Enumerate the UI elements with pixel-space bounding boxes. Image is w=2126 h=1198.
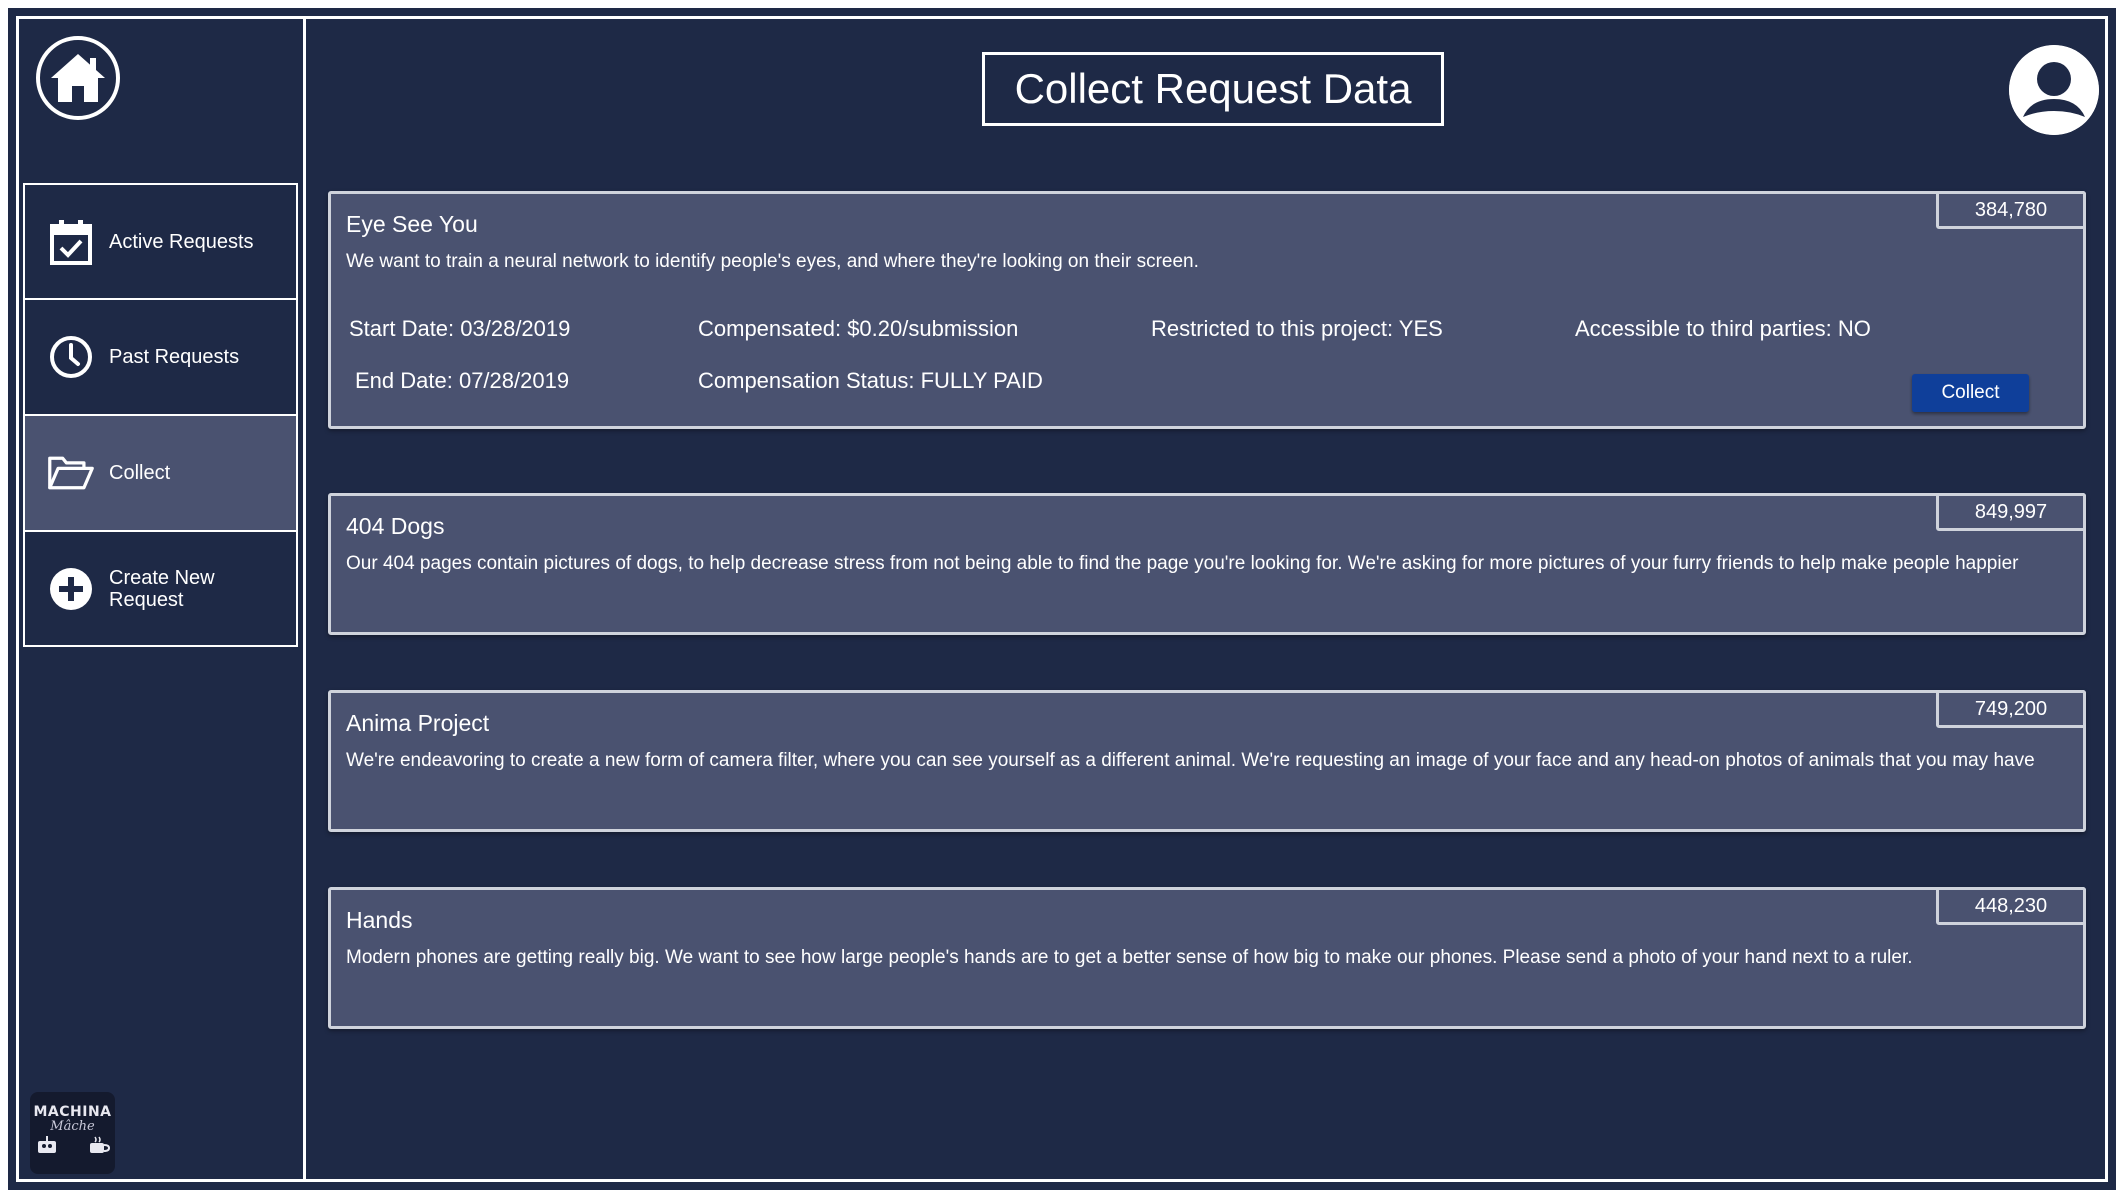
request-count-badge: 849,997 [1936, 493, 2086, 531]
request-title: 404 Dogs [346, 513, 445, 539]
user-avatar-icon [2009, 45, 2099, 135]
clock-icon [47, 333, 95, 381]
request-title: Anima Project [346, 710, 490, 736]
sidebar-item-past-requests[interactable]: Past Requests [23, 299, 298, 415]
third-party-access: Accessible to third parties: NO [1575, 316, 1871, 341]
start-date: Start Date: 03/28/2019 [349, 316, 571, 341]
logo-subtext: Mâche [50, 1119, 95, 1134]
compensation-rate: Compensated: $0.20/submission [698, 316, 1019, 341]
sidebar-item-active-requests[interactable]: Active Requests [23, 183, 298, 299]
request-description: Our 404 pages contain pictures of dogs, … [346, 553, 2019, 574]
sidebar-nav: Active Requests Past Requests Collect Cr… [23, 183, 298, 647]
page-title-box: Collect Request Data [982, 52, 1444, 126]
request-description: Modern phones are getting really big. We… [346, 947, 1913, 968]
page-title: Collect Request Data [1014, 65, 1412, 112]
logo-text: MACHINA [33, 1104, 112, 1120]
app-window: Active Requests Past Requests Collect Cr… [16, 16, 2108, 1182]
restricted-status: Restricted to this project: YES [1151, 316, 1443, 341]
sidebar: Active Requests Past Requests Collect Cr… [19, 19, 306, 1179]
app-frame: Active Requests Past Requests Collect Cr… [8, 8, 2116, 1190]
request-card: Eye See You We want to train a neural ne… [328, 191, 2086, 429]
sidebar-item-label: Collect [109, 462, 171, 484]
request-title: Hands [346, 907, 413, 933]
robot-icon [37, 1136, 56, 1153]
request-description: We want to train a neural network to ide… [346, 251, 1199, 272]
profile-button[interactable] [2009, 45, 2099, 135]
plus-circle-icon [47, 565, 95, 613]
compensation-status: Compensation Status: FULLY PAID [698, 368, 1043, 393]
sidebar-item-collect[interactable]: Collect [23, 415, 298, 531]
end-date: End Date: 07/28/2019 [355, 368, 570, 393]
request-card[interactable]: Hands Modern phones are getting really b… [328, 887, 2086, 1029]
request-card[interactable]: Anima Project We're endeavoring to creat… [328, 690, 2086, 832]
home-button[interactable] [36, 36, 120, 120]
request-card[interactable]: 404 Dogs Our 404 pages contain pictures … [328, 493, 2086, 635]
sidebar-item-label: Create New Request [109, 566, 215, 611]
sidebar-item-label: Past Requests [109, 346, 240, 368]
request-count-badge: 384,780 [1936, 191, 2086, 229]
request-title: Eye See You [346, 211, 478, 237]
machina-mache-logo: MACHINA Mâche [30, 1092, 115, 1174]
collect-button[interactable]: Collect [1912, 374, 2029, 412]
request-description: We're endeavoring to create a new form o… [346, 750, 2035, 771]
sidebar-item-create-new-request[interactable]: Create New Request [23, 531, 298, 647]
home-icon [51, 54, 105, 102]
sidebar-item-label: Active Requests [109, 230, 254, 253]
calendar-check-icon [47, 218, 95, 266]
folder-open-icon [47, 449, 95, 497]
request-count-badge: 749,200 [1936, 690, 2086, 728]
coffee-cup-icon [89, 1136, 110, 1153]
request-count-badge: 448,230 [1936, 887, 2086, 925]
